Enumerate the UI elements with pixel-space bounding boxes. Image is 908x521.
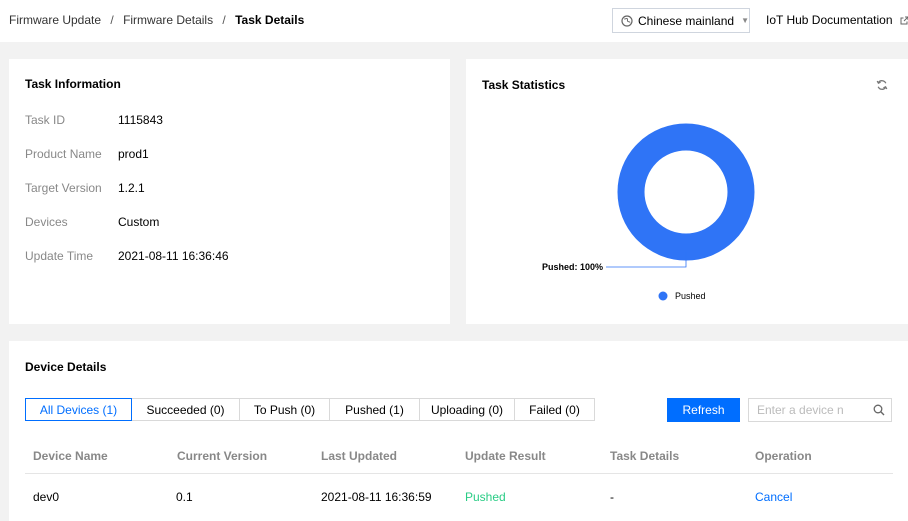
tab-all-devices[interactable]: All Devices (1) <box>25 398 132 421</box>
breadcrumb-item-firmware-update[interactable]: Firmware Update <box>9 13 101 27</box>
tab-pushed[interactable]: Pushed (1) <box>329 398 420 421</box>
tab-failed[interactable]: Failed (0) <box>514 398 595 421</box>
cancel-link[interactable]: Cancel <box>755 490 792 504</box>
chevron-down-icon: ▼ <box>741 16 749 25</box>
info-label: Devices <box>25 215 68 229</box>
device-details-card: Device Details All Devices (1) Succeeded… <box>9 341 908 521</box>
table-row: dev0 0.1 2021-08-11 16:36:59 Pushed - Ca… <box>25 475 893 521</box>
legend-label-pushed: Pushed <box>675 291 706 301</box>
info-value: 1.2.1 <box>118 181 145 195</box>
device-search-input[interactable] <box>749 399 867 421</box>
donut-slice-pushed <box>617 123 755 261</box>
info-label: Update Time <box>25 249 94 263</box>
documentation-link-label: IoT Hub Documentation <box>766 13 893 27</box>
device-search <box>748 398 892 422</box>
device-filter-tabs: All Devices (1) Succeeded (0) To Push (0… <box>25 398 595 421</box>
info-value: prod1 <box>118 147 149 161</box>
callout-label: Pushed: 100% <box>542 262 603 272</box>
device-table-header: Device Name Current Version Last Updated… <box>25 439 893 474</box>
external-link-icon <box>900 16 908 25</box>
info-value: 2021-08-11 16:36:46 <box>118 249 229 263</box>
breadcrumb-item-firmware-details[interactable]: Firmware Details <box>123 13 213 27</box>
info-value: Custom <box>118 215 160 229</box>
info-label: Task ID <box>25 113 66 127</box>
tab-to-push[interactable]: To Push (0) <box>239 398 330 421</box>
breadcrumb-separator: / <box>110 13 114 27</box>
breadcrumb-separator: / <box>222 13 226 27</box>
globe-icon <box>621 14 633 27</box>
cell-task-details: - <box>610 490 614 504</box>
documentation-link[interactable]: IoT Hub Documentation <box>766 13 908 27</box>
breadcrumb-current: Task Details <box>235 13 305 27</box>
column-header-task-details: Task Details <box>610 449 680 463</box>
tab-uploading[interactable]: Uploading (0) <box>419 398 515 421</box>
column-header-current-version: Current Version <box>177 449 268 463</box>
refresh-button[interactable]: Refresh <box>667 398 740 422</box>
info-label: Product Name <box>25 147 102 161</box>
column-header-device-name: Device Name <box>33 449 108 463</box>
breadcrumb: Firmware Update / Firmware Details / Tas… <box>9 13 304 27</box>
info-label: Target Version <box>25 181 102 195</box>
cell-last-updated: 2021-08-11 16:36:59 <box>321 490 432 504</box>
search-icon[interactable] <box>873 404 885 416</box>
device-details-title: Device Details <box>25 360 107 374</box>
region-select[interactable]: Chinese mainland ▼ <box>612 8 750 33</box>
top-bar: Firmware Update / Firmware Details / Tas… <box>0 0 908 42</box>
legend-marker-pushed <box>658 291 668 301</box>
column-header-last-updated: Last Updated <box>321 449 398 463</box>
task-information-title: Task Information <box>25 77 121 91</box>
cell-device-name: dev0 <box>33 490 60 504</box>
task-information-card: Task Information Task ID 1115843 Product… <box>9 59 450 324</box>
column-header-update-result: Update Result <box>465 449 546 463</box>
info-value: 1115843 <box>118 113 163 127</box>
region-select-value: Chinese mainland <box>638 13 735 28</box>
tab-succeeded[interactable]: Succeeded (0) <box>131 398 240 421</box>
task-statistics-card: Task Statistics Pushed: 100% Pushed <box>466 59 908 324</box>
column-header-operation: Operation <box>755 449 812 463</box>
cell-current-version: 0.1 <box>176 490 193 504</box>
cell-update-result: Pushed <box>465 490 506 504</box>
task-statistics-donut-chart: Pushed: 100% Pushed <box>542 123 755 301</box>
